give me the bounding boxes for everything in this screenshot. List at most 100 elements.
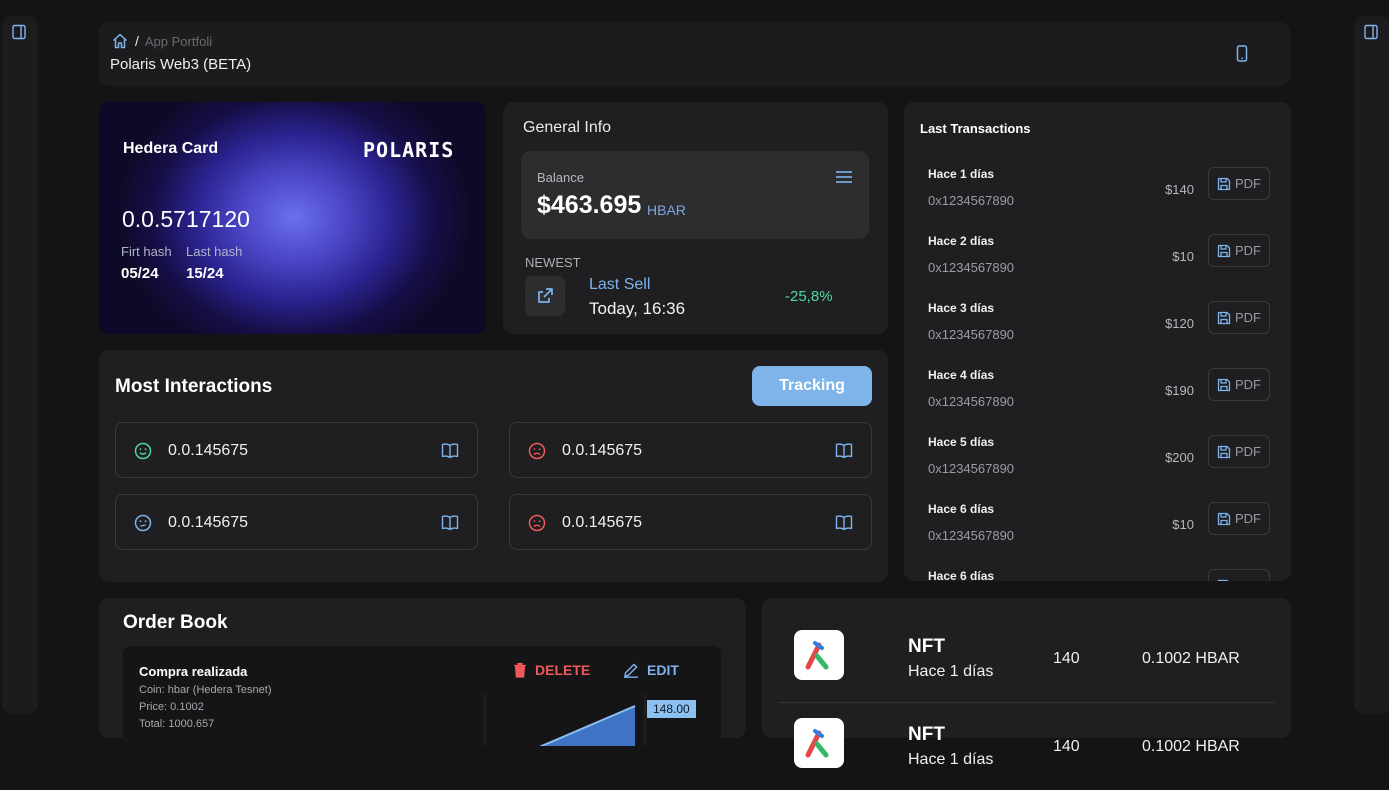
balance-box: Balance $463.695 HBAR [521,151,869,239]
general-info-title: General Info [523,119,612,136]
polaris-logo: POLARIS [363,138,455,162]
pdf-label: PDF [1235,511,1261,526]
pdf-button[interactable]: PDF [1208,368,1270,401]
sidebar-toggle-icon[interactable] [1363,24,1379,40]
nft-logo-icon [805,729,829,758]
interaction-item[interactable]: 0.0.145675 [115,494,478,550]
transaction-hash: 0x1234567890 [928,461,1015,476]
transaction-date: Hace 6 días [928,569,995,581]
save-icon [1217,244,1231,257]
trash-icon [514,662,526,678]
interaction-value: 0.0.145675 [562,442,643,459]
transaction-date: Hace 4 días [928,368,995,382]
menu-icon[interactable] [835,170,853,184]
order-entry-card: Compra realizada Coin: hbar (Hedera Tesn… [123,646,721,746]
last-sell-time: Today, 16:36 [589,299,686,318]
save-icon [1217,445,1231,458]
first-hash-value: 05/24 [121,265,159,282]
nft-quantity: 140 [1053,650,1080,667]
save-icon [1217,378,1231,391]
transaction-row: Hace 5 días 0x1234567890 $200 PDF [928,435,1270,495]
home-icon[interactable] [111,32,129,50]
transaction-hash: 0x1234567890 [928,260,1015,275]
transaction-row: Hace 6 días0x1234567890$10PDF [928,569,1270,581]
breadcrumb: / App Portfoli [111,32,212,50]
transaction-amount: $10 [1172,249,1194,264]
hedera-card[interactable]: Hedera Card POLARIS 0.0.5717120 Firt has… [99,102,486,334]
nft-date: Hace 1 días [908,751,994,768]
transaction-hash: 0x1234567890 [928,193,1015,208]
transaction-amount: $140 [1165,182,1194,197]
transaction-amount: $200 [1165,450,1194,465]
nft-name: NFT [908,636,945,657]
edit-button[interactable]: EDIT [623,662,679,678]
interaction-item[interactable]: 0.0.145675 [509,422,872,478]
transaction-row: Hace 4 días 0x1234567890 $190 PDF [928,368,1270,428]
transaction-amount: $120 [1165,316,1194,331]
pdf-button[interactable]: PDF [1208,167,1270,200]
pdf-button[interactable]: PDF [1208,301,1270,334]
transaction-date: Hace 5 días [928,435,995,449]
order-entry-title: Compra realizada [139,664,248,679]
right-sidebar [1354,16,1389,714]
balance-unit: HBAR [647,202,686,218]
transaction-date: Hace 3 días [928,301,995,315]
transaction-date: Hace 2 días [928,234,995,248]
last-sell-change: -25,8% [785,288,833,305]
transaction-row: Hace 3 días 0x1234567890 $120 PDF [928,301,1270,361]
open-link-button[interactable] [525,276,565,316]
sidebar-toggle-icon[interactable] [11,24,27,40]
pdf-label: PDF [1235,377,1261,392]
most-interactions-title: Most Interactions [115,376,273,397]
save-icon [1217,579,1229,581]
frown-icon [528,442,546,460]
interaction-value: 0.0.145675 [168,442,249,459]
book-icon[interactable] [835,442,853,459]
most-interactions-panel: Most Interactions Tracking 0.0.145675 0.… [99,350,888,582]
pdf-button[interactable]: PDF [1208,435,1270,468]
save-icon [1217,177,1231,190]
delete-button[interactable]: DELETE [513,662,590,678]
interaction-item[interactable]: 0.0.145675 [509,494,872,550]
book-icon[interactable] [835,514,853,531]
tracking-button[interactable]: Tracking [752,366,872,406]
edit-label: EDIT [647,662,679,678]
last-sell-label[interactable]: Last Sell [589,276,650,294]
transaction-row: Hace 6 días0x1234567890$10PDF [928,502,1270,562]
order-coin: Coin: hbar (Hedera Tesnet) [139,684,272,696]
page-header: / App Portfoli Polaris Web3 (BETA) [99,22,1290,86]
nft-date: Hace 1 días [908,663,994,680]
nft-logo-icon [805,641,829,670]
general-info-panel: General Info Balance $463.695 HBAR NEWES… [503,102,888,334]
newest-label: NEWEST [525,255,581,270]
transaction-hash: 0x1234567890 [928,327,1015,342]
breadcrumb-separator: / [135,33,139,49]
page-title: Polaris Web3 (BETA) [110,56,252,73]
interaction-item[interactable]: 0.0.145675 [115,422,478,478]
card-account-id: 0.0.5717120 [122,206,250,232]
card-title: Hedera Card [123,140,219,157]
nft-thumbnail [794,718,844,768]
delete-label: DELETE [535,662,591,678]
nft-row[interactable]: NFT Hace 1 días 140 0.1002 HBAR [778,686,1275,790]
balance-label: Balance [537,170,584,185]
mobile-icon[interactable] [1233,44,1251,64]
interaction-value: 0.0.145675 [168,514,249,531]
breadcrumb-current[interactable]: App Portfoli [145,34,212,49]
pdf-label: PDF [1235,310,1261,325]
external-link-icon [538,288,553,303]
pdf-button[interactable]: PDF [1208,569,1270,581]
book-icon[interactable] [441,442,459,459]
balance-value: $463.695 [537,191,642,219]
pdf-button[interactable]: PDF [1208,234,1270,267]
pdf-label: PDF [1235,243,1261,258]
nft-thumbnail [794,630,844,680]
interaction-value: 0.0.145675 [562,514,643,531]
pdf-button[interactable]: PDF [1208,502,1270,535]
book-icon[interactable] [441,514,459,531]
pdf-label: PDF [1235,176,1261,191]
transaction-hash: 0x1234567890 [928,394,1015,409]
order-total: Total: 1000.657 [139,718,215,730]
transaction-amount: $190 [1165,383,1194,398]
nft-panel: NFT Hace 1 días 140 0.1002 HBAR NFT Hace… [762,598,1291,768]
